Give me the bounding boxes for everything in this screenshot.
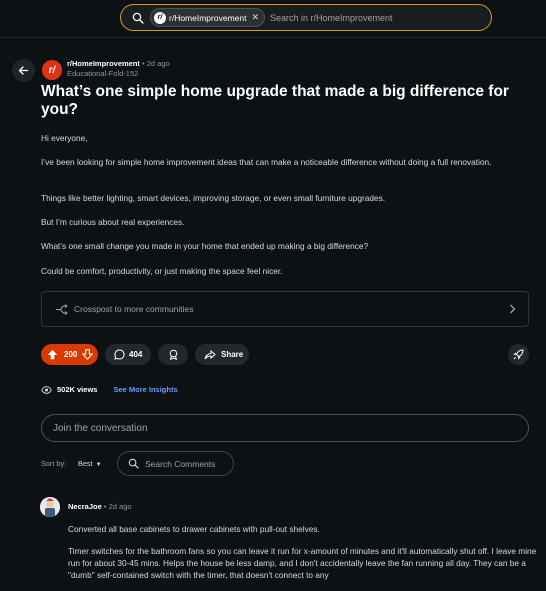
subreddit-logo-icon: r/ <box>154 11 166 24</box>
crosspost-label: Crosspost to more communities <box>74 304 194 314</box>
comment-count: 404 <box>129 350 143 359</box>
top-bar: r/ r/HomeImprovement ✕ <box>0 0 546 38</box>
comment-paragraph: Converted all base cabinets to drawer ca… <box>68 524 320 534</box>
share-button[interactable]: Share <box>195 344 249 365</box>
post-paragraph: But I’m curious about real experiences. <box>41 217 185 227</box>
comment-icon <box>114 349 125 360</box>
crosspost-icon <box>55 303 68 315</box>
search-comments-box[interactable] <box>117 451 234 476</box>
comment-age: 2d ago <box>108 502 132 511</box>
comment-input[interactable] <box>53 422 493 434</box>
share-label: Share <box>221 350 244 359</box>
share-icon <box>204 349 216 360</box>
meta-separator: • <box>103 502 107 511</box>
search-bar[interactable]: r/ r/HomeImprovement ✕ <box>120 4 492 31</box>
post-meta: r/HomeImprovement • 2d ago <box>67 59 170 68</box>
award-icon <box>169 349 177 360</box>
post-actions: 200 404 Share <box>41 344 529 365</box>
chip-label: r/HomeImprovement <box>169 12 247 23</box>
eye-icon <box>41 385 52 394</box>
meta-separator: • <box>142 59 145 68</box>
see-more-insights-link[interactable]: See More Insights <box>113 385 177 394</box>
chevron-right-icon <box>509 304 516 314</box>
back-arrow-icon <box>18 66 29 75</box>
post-author[interactable]: Educational-Fold-152 <box>67 69 138 78</box>
search-icon <box>132 12 144 24</box>
subreddit-link[interactable]: r/HomeImprovement <box>67 59 140 68</box>
post-paragraph: Things like better lighting, smart devic… <box>41 193 386 203</box>
comment-body: Converted all base cabinets to drawer ca… <box>68 523 538 591</box>
award-button[interactable] <box>158 344 188 365</box>
back-button[interactable] <box>12 59 35 82</box>
post-paragraph: What’s one small change you made in your… <box>41 241 369 251</box>
vote-count: 200 <box>64 350 78 359</box>
search-icon <box>128 458 139 469</box>
boost-icon <box>513 349 524 360</box>
sort-value: Best <box>78 459 93 468</box>
subreddit-search-chip[interactable]: r/ r/HomeImprovement ✕ <box>150 8 266 27</box>
avatar[interactable] <box>40 497 60 517</box>
sort-dropdown[interactable]: Best ▼ <box>78 459 102 468</box>
comment-meta: NecraJoe • 2d ago <box>68 502 132 511</box>
subreddit-avatar[interactable]: r/ <box>42 60 62 80</box>
upvote-icon[interactable] <box>47 349 58 360</box>
post-age: 2d ago <box>146 59 170 68</box>
search-input[interactable] <box>270 12 471 23</box>
view-count: 502K views <box>57 385 98 394</box>
join-conversation-box[interactable] <box>41 414 529 442</box>
crosspost-button[interactable]: Crosspost to more communities <box>41 291 529 327</box>
downvote-icon[interactable] <box>82 349 94 360</box>
post-title: What’s one simple home upgrade that made… <box>41 83 509 118</box>
comments-button[interactable]: 404 <box>105 344 151 365</box>
comment-sort-bar: Sort by: Best ▼ <box>41 451 529 476</box>
boost-button[interactable] <box>508 344 529 365</box>
post-paragraph: Hi everyone, <box>41 133 88 143</box>
comment-paragraph: Timer switches for the bathroom fans so … <box>68 546 537 580</box>
close-icon[interactable]: ✕ <box>251 12 259 23</box>
post-paragraph: Could be comfort, productivity, or just … <box>41 266 283 276</box>
insights-row: 502K views See More Insights <box>41 385 178 394</box>
chevron-down-icon: ▼ <box>95 462 102 468</box>
search-comments-input[interactable] <box>145 458 230 469</box>
vote-control: 200 <box>41 344 98 365</box>
comment-author[interactable]: NecraJoe <box>68 502 102 511</box>
sort-by-label: Sort by: <box>41 459 67 468</box>
post-paragraph: I’ve been looking for simple home improv… <box>41 157 492 167</box>
